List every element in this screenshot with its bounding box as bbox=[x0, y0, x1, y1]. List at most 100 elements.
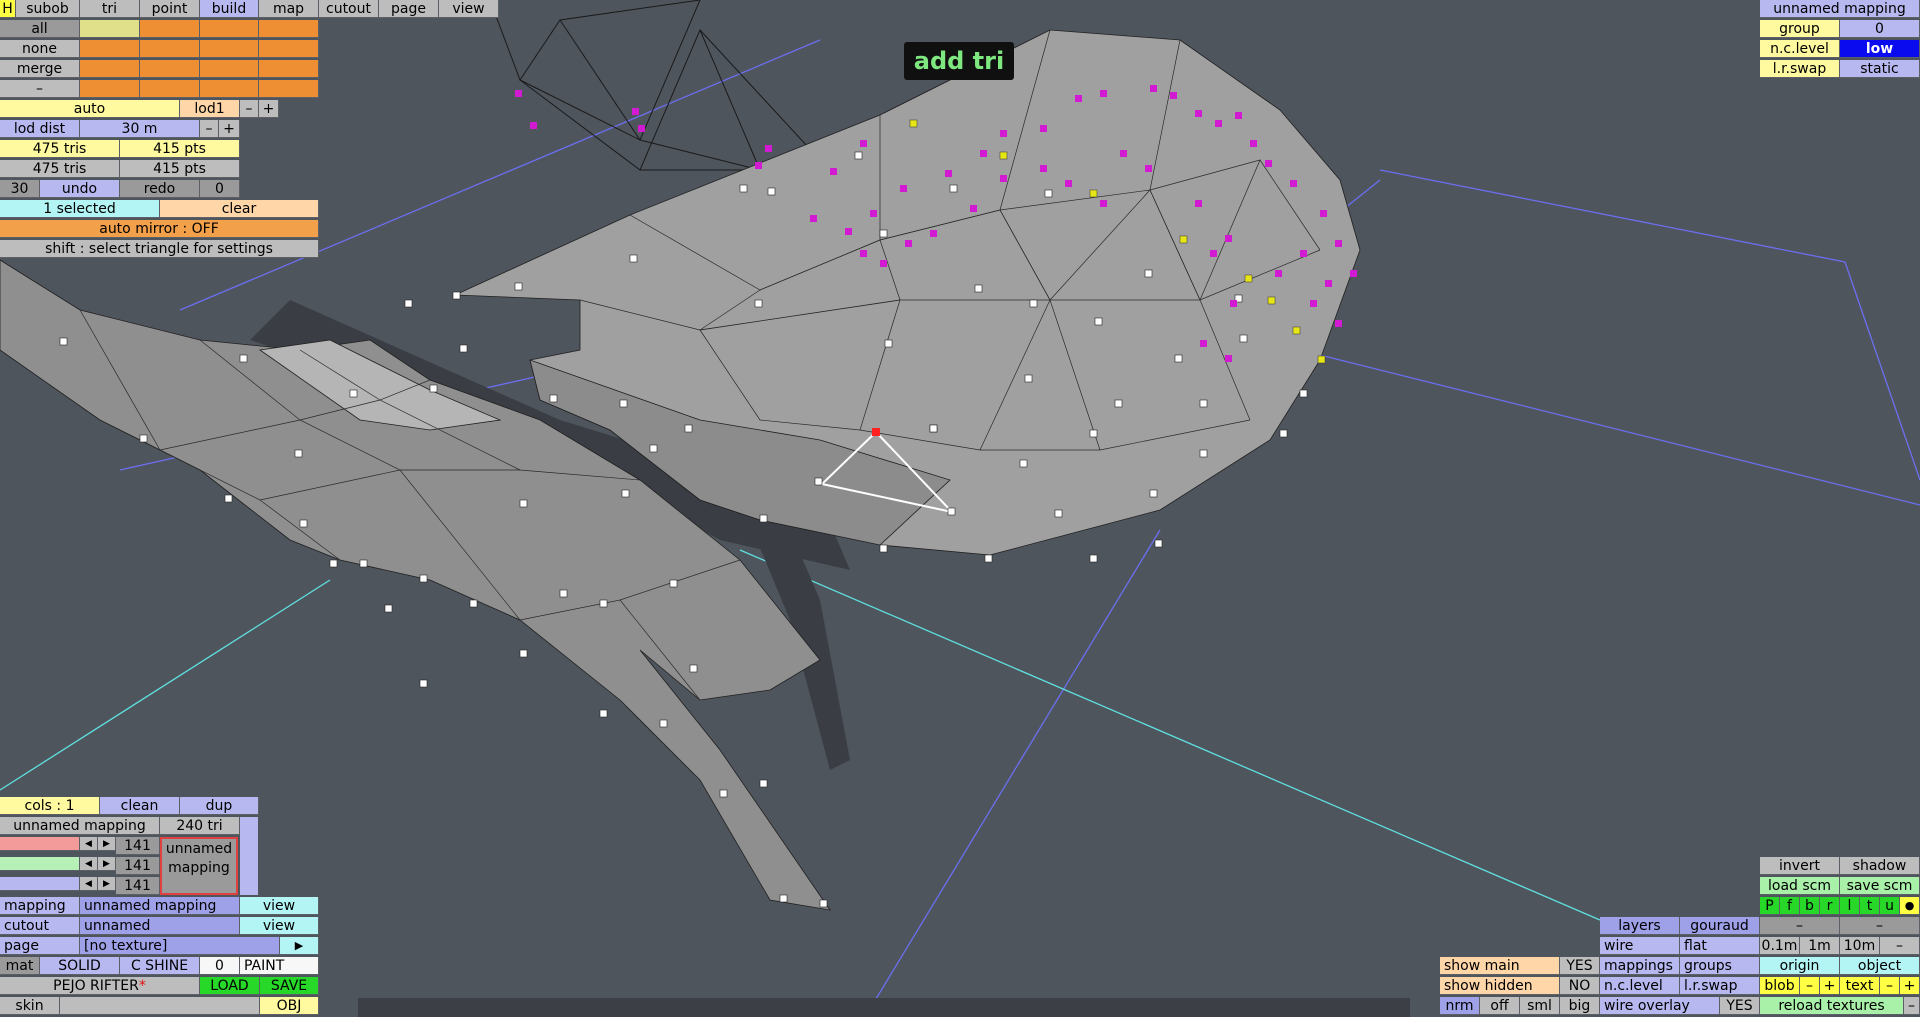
blob-plus-button[interactable]: + bbox=[1820, 977, 1840, 995]
tab-cutout[interactable]: cutout bbox=[319, 0, 379, 18]
color-swatch[interactable] bbox=[259, 80, 319, 98]
save-button[interactable]: SAVE bbox=[260, 977, 319, 995]
clear-button[interactable]: clear bbox=[160, 200, 319, 218]
color-swatch[interactable] bbox=[200, 60, 259, 78]
blob-minus-button[interactable]: – bbox=[1800, 977, 1820, 995]
dash-button-1[interactable]: – bbox=[1760, 917, 1840, 935]
grid-minus-button[interactable]: – bbox=[1880, 937, 1920, 955]
flag-l[interactable]: l bbox=[1840, 897, 1860, 915]
tab-build[interactable]: build bbox=[200, 0, 259, 18]
reload-minus-button[interactable]: – bbox=[1904, 997, 1920, 1015]
grid-1m-button[interactable]: 1m bbox=[1800, 937, 1840, 955]
invert-button[interactable]: invert bbox=[1760, 857, 1840, 875]
color-swatch[interactable] bbox=[140, 20, 200, 38]
auto-button[interactable]: auto bbox=[0, 100, 180, 118]
load-scm-button[interactable]: load scm bbox=[1760, 877, 1840, 895]
color-swatch[interactable] bbox=[140, 80, 200, 98]
page-value[interactable]: [no texture] bbox=[80, 937, 280, 955]
page-next-arrow-icon[interactable]: ▶ bbox=[280, 937, 319, 955]
merge-button[interactable]: merge bbox=[0, 60, 80, 78]
flag-r[interactable]: r bbox=[1820, 897, 1840, 915]
color-swatch[interactable] bbox=[80, 20, 140, 38]
reload-textures-button[interactable]: reload textures bbox=[1760, 997, 1904, 1015]
blue-left-arrow-icon[interactable]: ◀ bbox=[80, 877, 98, 891]
color-swatch[interactable] bbox=[200, 40, 259, 58]
color-swatch[interactable] bbox=[80, 80, 140, 98]
object-button[interactable]: object bbox=[1840, 957, 1920, 975]
red-left-arrow-icon[interactable]: ◀ bbox=[80, 837, 98, 851]
blob-button[interactable]: blob bbox=[1760, 977, 1800, 995]
lrswap-button[interactable]: l.r.swap bbox=[1680, 977, 1760, 995]
color-swatch[interactable] bbox=[259, 60, 319, 78]
mapping-value[interactable]: unnamed mapping bbox=[80, 897, 240, 915]
grid-0-1m-button[interactable]: 0.1m bbox=[1760, 937, 1800, 955]
flag-f[interactable]: f bbox=[1780, 897, 1800, 915]
gouraud-button[interactable]: gouraud bbox=[1680, 917, 1760, 935]
flag-u[interactable]: u bbox=[1880, 897, 1900, 915]
dash-button-2[interactable]: – bbox=[1840, 917, 1920, 935]
lrswap-value[interactable]: static bbox=[1840, 60, 1920, 78]
red-right-arrow-icon[interactable]: ▶ bbox=[98, 837, 116, 851]
color-swatch[interactable] bbox=[200, 20, 259, 38]
blue-channel-bar[interactable] bbox=[0, 877, 80, 891]
load-button[interactable]: LOAD bbox=[200, 977, 260, 995]
cutout-view-button[interactable]: view bbox=[240, 917, 319, 935]
cshine-toggle[interactable]: C SHINE bbox=[120, 957, 200, 975]
tab-view[interactable]: view bbox=[439, 0, 499, 18]
lod-dist-minus-button[interactable]: – bbox=[200, 120, 219, 138]
preview-scrollbar[interactable] bbox=[240, 817, 258, 895]
color-swatch[interactable] bbox=[140, 60, 200, 78]
wire-overlay-toggle[interactable]: YES bbox=[1720, 997, 1760, 1015]
select-all-button[interactable]: all bbox=[0, 20, 80, 38]
green-left-arrow-icon[interactable]: ◀ bbox=[80, 857, 98, 871]
nclevel-button[interactable]: n.c.level bbox=[1600, 977, 1680, 995]
groups-button[interactable]: groups bbox=[1680, 957, 1760, 975]
color-swatch[interactable] bbox=[259, 20, 319, 38]
clean-button[interactable]: clean bbox=[100, 797, 180, 815]
lod-plus-button[interactable]: + bbox=[259, 100, 279, 118]
cutout-value[interactable]: unnamed bbox=[80, 917, 240, 935]
off-button[interactable]: off bbox=[1480, 997, 1520, 1015]
light-dot-icon[interactable]: ● bbox=[1900, 897, 1920, 915]
select-none-button[interactable]: none bbox=[0, 40, 80, 58]
group-value[interactable]: 0 bbox=[1840, 20, 1920, 38]
lod-dist-plus-button[interactable]: + bbox=[219, 120, 240, 138]
green-right-arrow-icon[interactable]: ▶ bbox=[98, 857, 116, 871]
flag-p[interactable]: P bbox=[1760, 897, 1780, 915]
tab-map[interactable]: map bbox=[259, 0, 319, 18]
mapping-view-button[interactable]: view bbox=[240, 897, 319, 915]
text-minus-button[interactable]: – bbox=[1880, 977, 1900, 995]
flag-t[interactable]: t bbox=[1860, 897, 1880, 915]
dup-button[interactable]: dup bbox=[180, 797, 259, 815]
nrm-button[interactable]: nrm bbox=[1440, 997, 1480, 1015]
help-button[interactable]: H bbox=[0, 0, 16, 18]
flat-button[interactable]: flat bbox=[1680, 937, 1760, 955]
mappings-button[interactable]: mappings bbox=[1600, 957, 1680, 975]
show-hidden-toggle[interactable]: NO bbox=[1560, 977, 1600, 995]
skin-field[interactable] bbox=[60, 997, 260, 1015]
red-channel-bar[interactable] bbox=[0, 837, 80, 851]
big-button[interactable]: big bbox=[1560, 997, 1600, 1015]
auto-mirror-toggle[interactable]: auto mirror : OFF bbox=[0, 220, 319, 238]
wire-button[interactable]: wire bbox=[1600, 937, 1680, 955]
save-scm-button[interactable]: save scm bbox=[1840, 877, 1920, 895]
green-channel-bar[interactable] bbox=[0, 857, 80, 871]
show-main-toggle[interactable]: YES bbox=[1560, 957, 1600, 975]
color-swatch[interactable] bbox=[200, 80, 259, 98]
obj-button[interactable]: OBJ bbox=[260, 997, 319, 1015]
solid-toggle[interactable]: SOLID bbox=[40, 957, 120, 975]
viewport-3d[interactable] bbox=[0, 0, 1920, 1017]
tab-tri[interactable]: tri bbox=[80, 0, 140, 18]
blue-right-arrow-icon[interactable]: ▶ bbox=[98, 877, 116, 891]
sml-button[interactable]: sml bbox=[1520, 997, 1560, 1015]
lod-minus-button[interactable]: – bbox=[240, 100, 259, 118]
flag-b[interactable]: b bbox=[1800, 897, 1820, 915]
text-button[interactable]: text bbox=[1840, 977, 1880, 995]
paint-button[interactable]: PAINT bbox=[240, 957, 319, 975]
tab-page[interactable]: page bbox=[379, 0, 439, 18]
color-swatch[interactable] bbox=[80, 40, 140, 58]
nclevel-value[interactable]: low bbox=[1840, 40, 1920, 58]
layers-button[interactable]: layers bbox=[1600, 917, 1680, 935]
text-plus-button[interactable]: + bbox=[1900, 977, 1920, 995]
color-swatch[interactable] bbox=[80, 60, 140, 78]
